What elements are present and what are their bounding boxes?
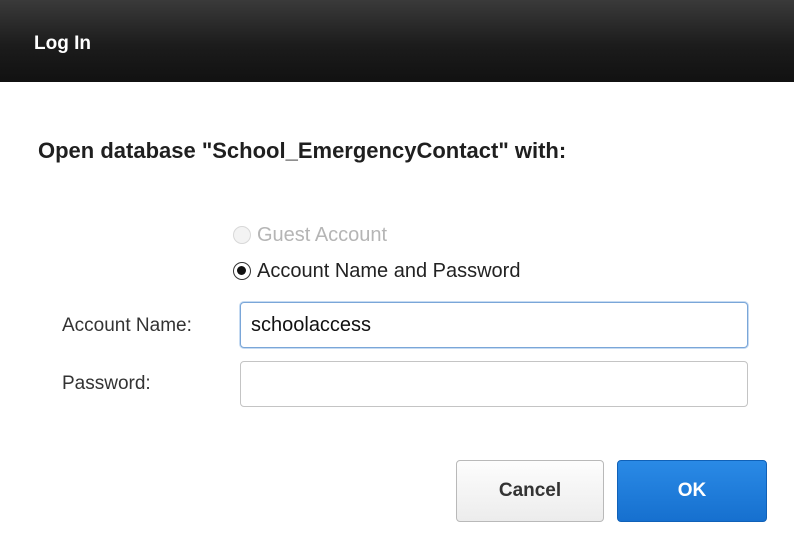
dialog-titlebar: Log In — [0, 0, 794, 82]
password-input[interactable] — [240, 361, 748, 407]
account-password-radio[interactable] — [233, 262, 251, 280]
cancel-button[interactable]: Cancel — [456, 460, 604, 522]
account-name-label: Account Name: — [62, 315, 192, 336]
dialog-title: Log In — [34, 33, 91, 54]
account-password-option[interactable]: Account Name and Password — [233, 258, 520, 284]
login-dialog: Log In Open database "School_EmergencyCo… — [0, 0, 794, 554]
account-password-label[interactable]: Account Name and Password — [257, 259, 520, 283]
account-name-input[interactable] — [240, 302, 748, 348]
guest-account-label: Guest Account — [257, 224, 388, 246]
radio-selected-dot — [237, 266, 246, 275]
password-label: Password: — [62, 373, 151, 394]
guest-account-radio — [233, 226, 251, 244]
ok-button[interactable]: OK — [617, 460, 767, 522]
guest-account-option: Guest Account — [233, 222, 387, 248]
open-database-heading: Open database "School_EmergencyContact" … — [38, 138, 567, 163]
